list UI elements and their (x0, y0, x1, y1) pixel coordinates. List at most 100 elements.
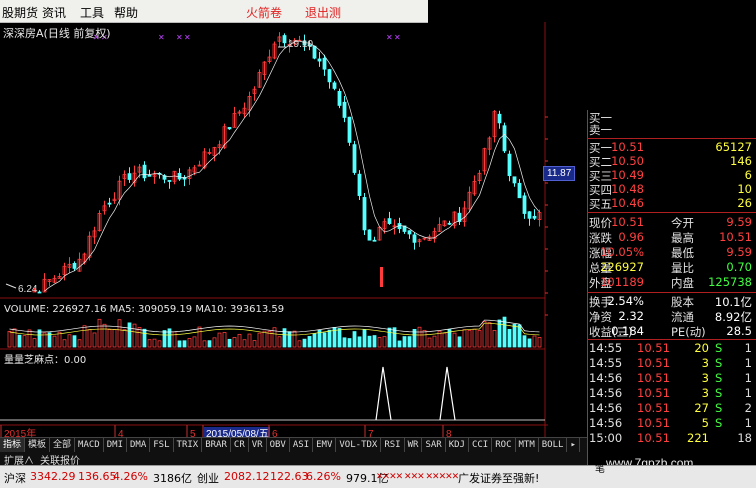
cy-value: 2082.12 (224, 470, 270, 483)
volume-bar (357, 336, 362, 348)
indicator-tab[interactable]: 全部 (50, 438, 76, 452)
volume-bar (17, 334, 22, 348)
indicator-tab[interactable]: ASI (290, 438, 314, 452)
indicator-tab[interactable]: BOLL (539, 438, 568, 452)
tick-count: 1 (744, 386, 752, 400)
order-price: 10.49 (611, 168, 644, 182)
indicator-tab[interactable]: CCI (469, 438, 493, 452)
tick-price: 10.51 (637, 416, 670, 430)
tick-count: 18 (737, 431, 752, 445)
candle-body (342, 101, 347, 118)
stat-value: 2.32 (618, 309, 644, 323)
stat-value-2: 9.59 (726, 245, 752, 259)
volume-bar (132, 323, 137, 348)
order-book-row[interactable]: 买五 10.46 26 (587, 196, 756, 212)
volume-bar (192, 336, 197, 348)
menu-item[interactable]: 资讯 (42, 4, 66, 21)
indicator-tab[interactable]: DMA (127, 438, 151, 452)
indicator-tab[interactable]: VOL-TDX (336, 438, 382, 452)
menu-red-label-2[interactable]: 退出测 (305, 4, 341, 21)
volume-bar (492, 329, 497, 348)
indicator-tab[interactable]: SAR (422, 438, 446, 452)
volume-bar (342, 337, 347, 348)
volume-bar (252, 340, 257, 348)
tick-count: 1 (744, 371, 752, 385)
order-price: 10.48 (611, 182, 644, 196)
volume-bar (432, 335, 437, 348)
menu-item[interactable]: 股期货 (2, 4, 38, 21)
tick-count: 1 (744, 356, 752, 370)
candle-body (517, 182, 522, 199)
volume-bar (142, 328, 147, 348)
volume-bar (512, 324, 517, 348)
candle-body (367, 229, 372, 241)
volume-bar (507, 328, 512, 348)
kline-chart[interactable]: 15.0014.0013.0012.0011.0010.009.008.007.… (0, 22, 565, 470)
volume-bar (12, 328, 17, 348)
indicator-tab[interactable]: TRIX (174, 438, 203, 452)
menu-red-label[interactable]: 火箭卷 (246, 4, 282, 21)
indicator-tab[interactable]: BRAR (202, 438, 231, 452)
volume-bar (112, 329, 117, 348)
volume-bar (312, 333, 317, 348)
candle-body (327, 69, 332, 83)
news-ticker[interactable]: 广发证券至强新! (458, 470, 539, 486)
volume-bar (87, 329, 92, 348)
candle-body (497, 113, 502, 124)
volume-bar (307, 336, 312, 348)
candle-body (447, 222, 452, 225)
indicator-tab[interactable]: KDJ (446, 438, 469, 452)
volume-bar (32, 338, 37, 348)
indicator-tab[interactable]: MTM (516, 438, 539, 452)
stat-value-2: 125738 (708, 275, 752, 289)
indicator-tab[interactable]: CR (231, 438, 249, 452)
indicator-tab[interactable]: ▸ (567, 438, 580, 452)
tick-row: 14:56 10.51 27 S 2 (587, 401, 756, 417)
volume-ma-line (9, 322, 540, 336)
stat-value: 10.51 (611, 215, 644, 229)
indicator-tab[interactable]: OBV (267, 438, 290, 452)
stat-label-2: 最高 (671, 231, 694, 245)
volume-bar (57, 331, 62, 348)
indicator-tab[interactable]: MACD (75, 438, 104, 452)
indicator-tab[interactable]: VR (249, 438, 267, 452)
stat-label-2: 内盘 (671, 276, 694, 290)
stat-value: 0.96 (618, 230, 644, 244)
volume-bar (402, 336, 407, 348)
volume-bar (152, 338, 157, 348)
indicator-tab[interactable]: EMV (313, 438, 337, 452)
volume-bar (427, 337, 432, 348)
tick-price: 10.51 (637, 371, 670, 385)
stat-row: 外盘 101189 内盘 125738 (587, 275, 756, 291)
indicator-tab[interactable]: 模板 (25, 438, 51, 452)
volume-bar (487, 322, 492, 348)
menu-item[interactable]: 帮助 (114, 4, 138, 21)
volume-bar (77, 339, 82, 348)
volume-bar (322, 332, 327, 348)
volume-bar (382, 336, 387, 348)
tick-row: 15:00 10.51 221 18 (587, 431, 756, 447)
cy-label: 创业 (197, 472, 219, 485)
indicator-tab[interactable]: ROC (492, 438, 516, 452)
volume-bar (457, 336, 462, 348)
volume-bar (292, 330, 297, 348)
volume-bar (122, 329, 127, 348)
tick-row: 14:56 10.51 5 S 1 (587, 416, 756, 432)
candle-body (332, 82, 337, 89)
stat-value-2: 9.59 (726, 215, 752, 229)
indicator-tab[interactable]: WR (405, 438, 423, 452)
menu-item[interactable]: 工具 (80, 4, 104, 21)
indicator-tab[interactable]: FSL (150, 438, 174, 452)
volume-bar (327, 329, 332, 348)
indicator-tab[interactable]: 指标 (0, 438, 26, 452)
stat-label-2: 量比 (671, 261, 694, 275)
candle-body (512, 176, 517, 184)
tick-price: 10.51 (637, 356, 670, 370)
candle-body (532, 215, 537, 219)
indicator-tab[interactable]: DMI (104, 438, 127, 452)
indicator-tab[interactable]: RSI (381, 438, 405, 452)
volume-bar (442, 332, 447, 348)
stat-row: 涨跌 0.96 最高 10.51 (587, 230, 756, 246)
volume-bar (237, 333, 242, 348)
volume-bar (532, 335, 537, 348)
